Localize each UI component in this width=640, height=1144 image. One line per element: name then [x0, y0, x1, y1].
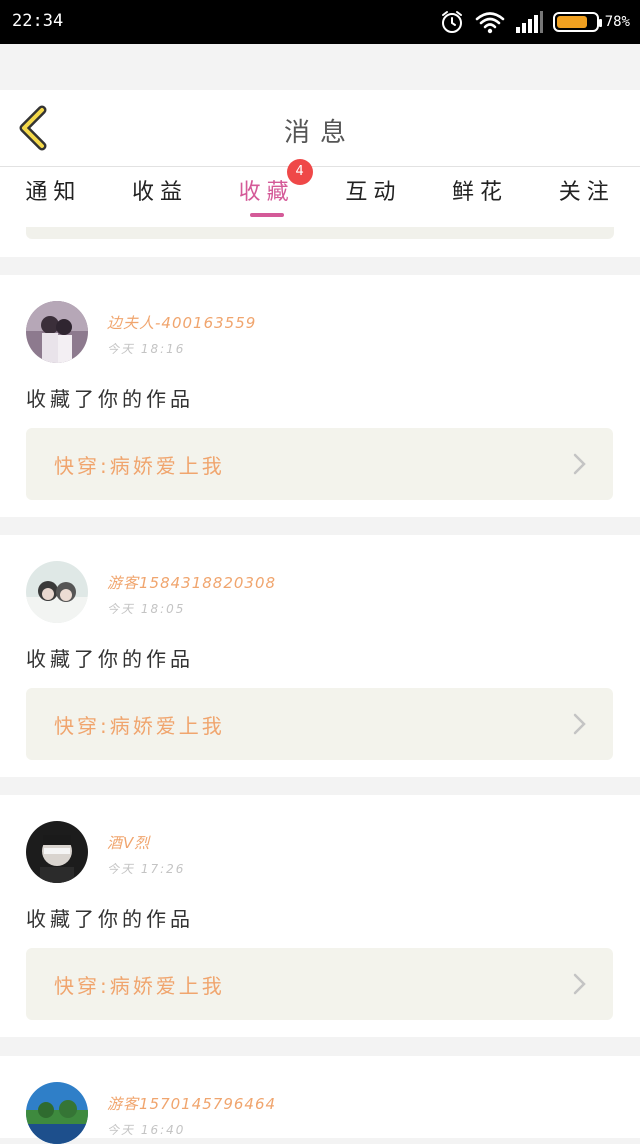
- status-bar: 22:34 78%: [0, 0, 640, 44]
- work-link[interactable]: 快穿:病娇爱上我: [26, 948, 613, 1020]
- active-tab-indicator: [249, 213, 284, 217]
- battery-icon: [552, 12, 602, 32]
- signal-icon: [515, 11, 543, 33]
- unread-badge: 4: [286, 159, 313, 185]
- list-item: 游客1570145796464 今天 16:40: [0, 1056, 640, 1144]
- battery-percent: 78%: [604, 14, 630, 30]
- tab-follows[interactable]: 关注: [533, 167, 640, 227]
- avatar-image: [26, 301, 88, 363]
- timestamp: 今天 18:16: [107, 342, 186, 356]
- work-link[interactable]: 快穿:病娇爱上我: [26, 428, 613, 500]
- chevron-right-icon: [573, 453, 586, 475]
- timestamp: 今天 17:26: [107, 862, 186, 876]
- avatar-image: [26, 821, 88, 883]
- tab-label: 收藏: [238, 180, 295, 205]
- username[interactable]: 游客1584318820308: [107, 572, 276, 593]
- avatar-image: [26, 561, 88, 623]
- status-time: 22:34: [12, 11, 64, 31]
- action-text: 收藏了你的作品: [26, 647, 194, 671]
- work-title: 快穿:病娇爱上我: [54, 714, 225, 738]
- chevron-right-icon: [573, 973, 586, 995]
- username[interactable]: 边夫人-400163559: [107, 312, 256, 333]
- action-text: 收藏了你的作品: [26, 907, 194, 931]
- tab-notifications[interactable]: 通知: [0, 167, 107, 227]
- page-title: 消息: [283, 118, 356, 148]
- timestamp: 今天 18:05: [107, 602, 186, 616]
- work-link-stub: [26, 227, 614, 239]
- username[interactable]: 酒V烈: [107, 832, 150, 853]
- tab-flowers[interactable]: 鲜花: [427, 167, 534, 227]
- battery-indicator: 78%: [552, 12, 630, 32]
- list-item: 酒V烈 今天 17:26 收藏了你的作品 快穿:病娇爱上我: [0, 795, 640, 1037]
- previous-card-remnant: [0, 227, 640, 257]
- list-item: 游客1584318820308 今天 18:05 收藏了你的作品 快穿:病娇爱上…: [0, 535, 640, 777]
- timestamp: 今天 16:40: [107, 1123, 186, 1137]
- tab-label: 通知: [25, 180, 82, 205]
- work-title: 快穿:病娇爱上我: [54, 974, 225, 998]
- tab-earnings[interactable]: 收益: [107, 167, 214, 227]
- status-icons: 78%: [439, 8, 630, 36]
- username[interactable]: 游客1570145796464: [107, 1093, 276, 1114]
- list-item: 边夫人-400163559 今天 18:16 收藏了你的作品 快穿:病娇爱上我: [0, 275, 640, 517]
- avatar[interactable]: [26, 1082, 88, 1144]
- avatar[interactable]: [26, 821, 88, 883]
- tab-label: 鲜花: [452, 180, 509, 205]
- alarm-icon: [441, 11, 462, 33]
- tab-label: 互动: [345, 180, 402, 205]
- tab-interactions[interactable]: 互动: [320, 167, 427, 227]
- work-title: 快穿:病娇爱上我: [54, 454, 225, 478]
- page-header: 消息: [0, 90, 640, 167]
- tab-label: 关注: [558, 180, 615, 205]
- work-link[interactable]: 快穿:病娇爱上我: [26, 688, 613, 760]
- chevron-right-icon: [573, 713, 586, 735]
- avatar[interactable]: [26, 561, 88, 623]
- action-text: 收藏了你的作品: [26, 387, 194, 411]
- avatar-image: [26, 1082, 88, 1144]
- tab-bar: 通知 收益 收藏 4 互动 鲜花 关注: [0, 159, 640, 227]
- wifi-icon: [475, 12, 505, 34]
- tab-favorites[interactable]: 收藏 4: [213, 159, 320, 227]
- avatar[interactable]: [26, 301, 88, 363]
- tab-label: 收益: [132, 180, 189, 205]
